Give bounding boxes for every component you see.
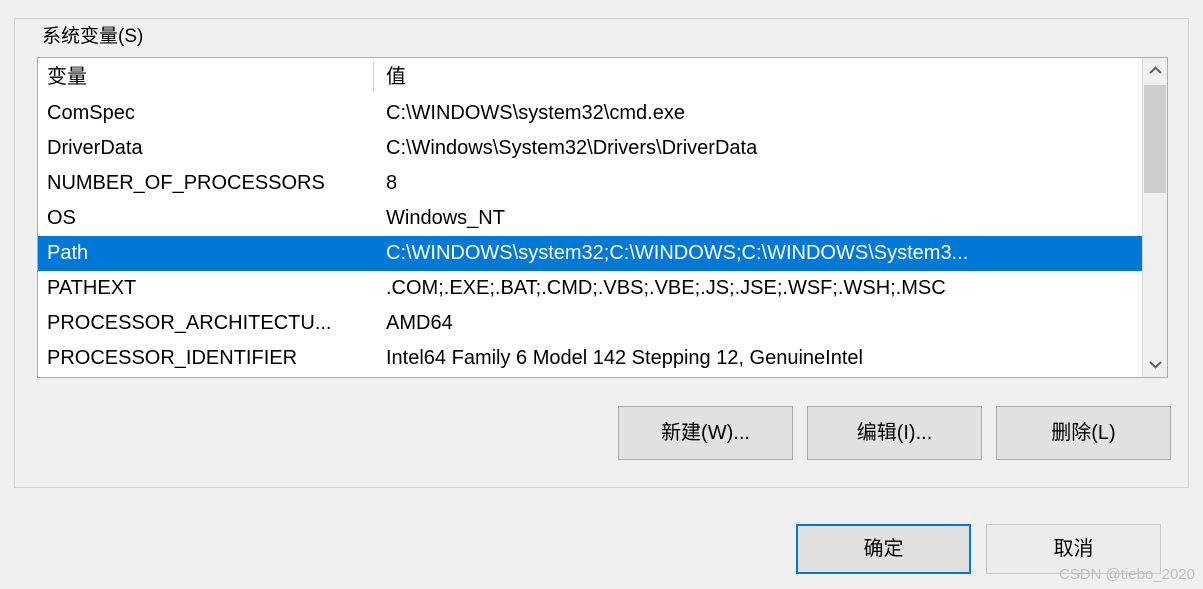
- list-vertical-scrollbar[interactable]: [1142, 58, 1167, 377]
- variable-value: C:\WINDOWS\system32\cmd.exe: [386, 102, 685, 124]
- variable-value: AMD64: [386, 312, 453, 334]
- variable-name: DriverData: [47, 137, 143, 159]
- variable-name: PROCESSOR_ARCHITECTU...: [47, 312, 332, 334]
- system-variables-group-title: 系统变量(S): [37, 25, 149, 49]
- table-row[interactable]: PATHEXT .COM;.EXE;.BAT;.CMD;.VBS;.VBE;.J…: [38, 271, 1142, 306]
- column-header-value[interactable]: 值: [386, 58, 1142, 96]
- table-row[interactable]: ComSpec C:\WINDOWS\system32\cmd.exe: [38, 96, 1142, 131]
- variable-value: Intel64 Family 6 Model 142 Stepping 12, …: [386, 347, 863, 369]
- edit-variable-button[interactable]: 编辑(I)...: [807, 406, 982, 460]
- variable-value: Windows_NT: [386, 207, 505, 229]
- variable-value: C:\Windows\System32\Drivers\DriverData: [386, 137, 758, 159]
- table-row-selected[interactable]: Path C:\WINDOWS\system32;C:\WINDOWS;C:\W…: [38, 236, 1142, 271]
- scroll-down-button[interactable]: [1143, 352, 1167, 377]
- variable-value: C:\WINDOWS\system32;C:\WINDOWS;C:\WINDOW…: [386, 242, 969, 264]
- variable-name: PATHEXT: [47, 277, 137, 299]
- table-row[interactable]: PROCESSOR_IDENTIFIER Intel64 Family 6 Mo…: [38, 341, 1142, 376]
- variable-name: NUMBER_OF_PROCESSORS: [47, 172, 325, 194]
- variable-value: 8: [386, 172, 398, 194]
- list-rows-container: 变量 值 ComSpec C:\WINDOWS\system32\cmd.exe…: [38, 58, 1142, 377]
- column-header-variable[interactable]: 变量: [47, 58, 383, 96]
- table-row[interactable]: NUMBER_OF_PROCESSORS 8: [38, 166, 1142, 201]
- table-row[interactable]: PROCESSOR_ARCHITECTU... AMD64: [38, 306, 1142, 341]
- new-variable-button[interactable]: 新建(W)...: [618, 406, 793, 460]
- variable-name: Path: [47, 242, 89, 264]
- table-row[interactable]: OS Windows_NT: [38, 201, 1142, 236]
- chevron-down-icon: [1148, 360, 1162, 369]
- scroll-up-button[interactable]: [1143, 58, 1167, 83]
- variable-value: .COM;.EXE;.BAT;.CMD;.VBS;.VBE;.JS;.JSE;.…: [386, 277, 946, 299]
- delete-variable-button[interactable]: 删除(L): [996, 406, 1171, 460]
- system-variables-list[interactable]: 变量 值 ComSpec C:\WINDOWS\system32\cmd.exe…: [37, 57, 1168, 378]
- variable-name: ComSpec: [47, 102, 135, 124]
- table-row[interactable]: DriverData C:\Windows\System32\Drivers\D…: [38, 131, 1142, 166]
- scrollbar-thumb[interactable]: [1144, 85, 1166, 193]
- chevron-up-icon: [1148, 66, 1162, 75]
- variable-name: PROCESSOR_IDENTIFIER: [47, 347, 298, 369]
- list-header-row: 变量 值: [38, 58, 1142, 96]
- watermark: CSDN @tiebo_2020: [1058, 566, 1195, 583]
- variable-name: OS: [47, 207, 76, 229]
- ok-button[interactable]: 确定: [796, 524, 971, 574]
